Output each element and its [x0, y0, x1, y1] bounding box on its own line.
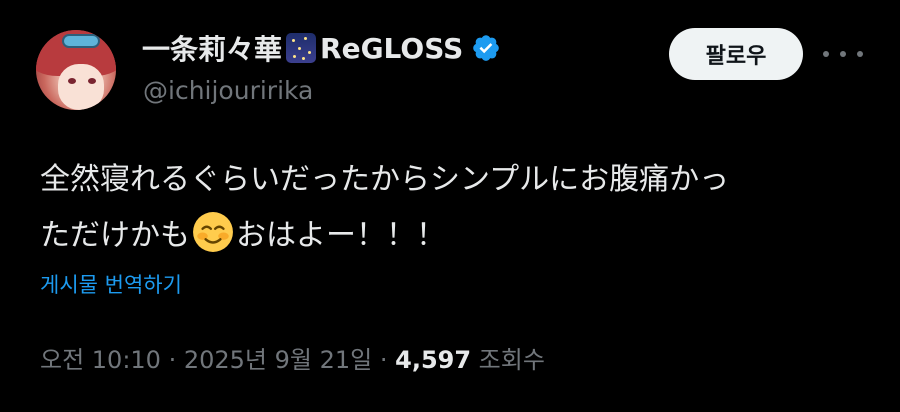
tweet-line-2-end: おはよー！！！	[236, 218, 446, 253]
tweet-date[interactable]: 2025년 9월 21일	[184, 346, 372, 374]
tweet-meta: 오전 10:10 · 2025년 9월 21일 · 4,597 조회수	[40, 340, 545, 375]
follow-button[interactable]: 팔로우	[669, 28, 803, 80]
galaxy-emoji-icon	[286, 33, 317, 63]
display-name[interactable]: 一条莉々華	[142, 28, 282, 68]
tweet-text: 全然寝れるぐらいだったからシンプルにお腹痛かっ ただけかも おはよー！！！	[40, 152, 870, 264]
tweet-line-1: 全然寝れるぐらいだったからシンプルにお腹痛かっ	[40, 162, 730, 197]
tweet-time[interactable]: 오전 10:10	[40, 346, 161, 374]
verified-badge-icon	[473, 35, 500, 61]
author-handle[interactable]: @ichijouririka	[143, 76, 313, 105]
tweet-line-2-start: ただけかも	[40, 218, 190, 253]
more-options-icon[interactable]	[823, 40, 863, 68]
views-count: 4,597	[395, 346, 472, 374]
meta-separator: ·	[160, 346, 184, 374]
avatar[interactable]	[36, 30, 116, 110]
smiling-face-icon	[193, 212, 233, 252]
views-label: 조회수	[471, 346, 545, 374]
tweet-line-2: ただけかも おはよー！！！	[40, 208, 870, 264]
meta-separator: ·	[372, 346, 396, 374]
author-name-row[interactable]: 一条莉々華 ReGLOSS	[142, 30, 501, 66]
team-name[interactable]: ReGLOSS	[320, 32, 463, 65]
translate-post-link[interactable]: 게시물 번역하기	[40, 269, 182, 299]
